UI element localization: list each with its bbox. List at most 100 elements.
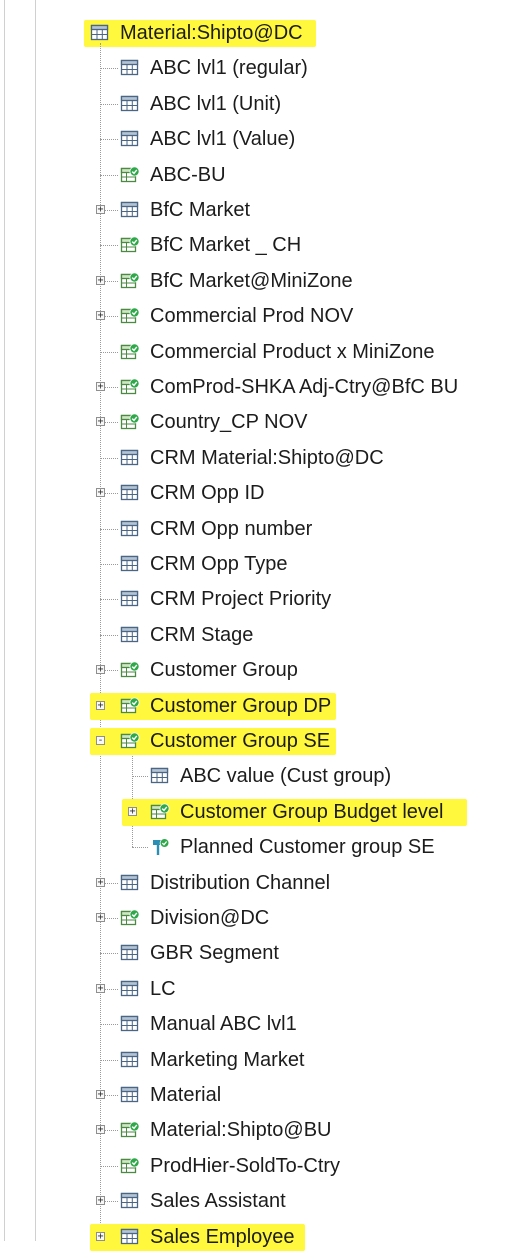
expand-toggle[interactable]: +: [96, 275, 105, 285]
linked-table-icon: [120, 307, 140, 325]
expand-toggle[interactable]: +: [96, 665, 105, 675]
expand-toggle[interactable]: +: [96, 417, 105, 427]
tree-node-label: Sales Employee: [150, 1225, 295, 1248]
expand-toggle[interactable]: +: [96, 382, 105, 392]
tree-node[interactable]: + ComProd-SHKA Adj-Ctry@BfC BU: [0, 371, 520, 403]
tree-node[interactable]: + BfC Market: [0, 194, 520, 226]
tree-node[interactable]: ABC-BU: [0, 159, 520, 191]
tree-node[interactable]: + CRM Opp ID: [0, 477, 520, 509]
table-icon: [120, 1015, 140, 1033]
tree-node[interactable]: + Material:Shipto@BU: [0, 1114, 520, 1146]
table-icon: [120, 1086, 140, 1104]
tree-node[interactable]: + LC: [0, 973, 520, 1005]
tree-node-label: ABC value (Cust group): [180, 765, 392, 788]
tree-node[interactable]: CRM Project Priority: [0, 583, 520, 615]
table-icon: [120, 980, 140, 998]
linked-table-icon: [120, 697, 140, 715]
expand-toggle[interactable]: +: [96, 488, 105, 498]
expand-toggle[interactable]: +: [128, 806, 137, 816]
linked-table-icon: [120, 909, 140, 927]
tree-node[interactable]: ABC value (Cust group): [0, 760, 520, 792]
tree-node-label: Distribution Channel: [150, 871, 331, 894]
expand-toggle[interactable]: +: [96, 311, 105, 321]
tree-node[interactable]: ProdHier-SoldTo-Ctry: [0, 1150, 520, 1182]
linked-table-icon: [120, 166, 140, 184]
tree-node-label: CRM Material:Shipto@DC: [150, 446, 384, 469]
tree-node-label: ABC-BU: [150, 163, 226, 186]
table-icon: [120, 59, 140, 77]
tree-node-label: CRM Stage: [150, 623, 254, 646]
tree-node[interactable]: - Customer Group SE: [0, 725, 520, 757]
tree-node-label: Customer Group DP: [150, 694, 332, 717]
dimension-tree: Material:Shipto@DC ABC lvl1 (regular) ABC …: [0, 0, 520, 1251]
linked-table-icon: [120, 343, 140, 361]
expand-toggle[interactable]: +: [96, 877, 105, 887]
tree-node[interactable]: ABC lvl1 (regular): [0, 52, 520, 84]
tree-node[interactable]: + Sales Employee: [0, 1221, 520, 1253]
tree-node-label: CRM Opp number: [150, 517, 313, 540]
tree-node-label: Marketing Market: [150, 1048, 305, 1071]
table-icon: [120, 1228, 140, 1246]
expand-toggle[interactable]: +: [96, 1196, 105, 1206]
tree-node-label: Country_CP NOV: [150, 411, 308, 434]
tree-node[interactable]: + Customer Group Budget level: [0, 796, 520, 828]
expand-toggle[interactable]: +: [96, 700, 105, 710]
expand-toggle[interactable]: +: [96, 913, 105, 923]
tree-node-label: ABC lvl1 (regular): [150, 57, 308, 80]
tree-node[interactable]: + Customer Group DP: [0, 690, 520, 722]
table-icon: [120, 1051, 140, 1069]
tree-node[interactable]: + Customer Group: [0, 654, 520, 686]
expand-toggle[interactable]: +: [96, 983, 105, 993]
tree-node-label: LC: [150, 977, 176, 1000]
table-icon: [120, 95, 140, 113]
tree-node-label: BfC Market: [150, 199, 251, 221]
tree-node[interactable]: + Division@DC: [0, 902, 520, 934]
tree-root-node[interactable]: Material:Shipto@DC: [0, 17, 520, 49]
table-icon: [120, 874, 140, 892]
table-icon: [120, 590, 140, 608]
tree-node-label: CRM Project Priority: [150, 588, 332, 611]
linked-table-icon: [120, 413, 140, 431]
expand-toggle[interactable]: +: [96, 1090, 105, 1100]
tree-node[interactable]: Commercial Product x MiniZone: [0, 336, 520, 368]
tree-node-label: ProdHier-SoldTo-Ctry: [150, 1154, 341, 1177]
tree-node[interactable]: BfC Market _ CH: [0, 229, 520, 261]
table-icon: [120, 130, 140, 148]
tree-node[interactable]: ABC lvl1 (Value): [0, 123, 520, 155]
tree-node[interactable]: + Material: [0, 1079, 520, 1111]
tree-node[interactable]: CRM Material:Shipto@DC: [0, 442, 520, 474]
tree-node[interactable]: CRM Opp number: [0, 513, 520, 545]
table-icon: [120, 626, 140, 644]
tree-node-label: Customer Group Budget level: [180, 800, 444, 823]
table-icon: [120, 484, 140, 502]
linked-table-icon: [120, 1121, 140, 1139]
tree-node-label: Division@DC: [150, 907, 270, 929]
linked-table-icon: [150, 803, 170, 821]
tree-node[interactable]: + Country_CP NOV: [0, 406, 520, 438]
planned-icon: [150, 838, 170, 856]
tree-node[interactable]: ABC lvl1 (Unit): [0, 88, 520, 120]
tree-node[interactable]: GBR Segment: [0, 937, 520, 969]
tree-node[interactable]: + Sales Assistant: [0, 1185, 520, 1217]
expand-toggle[interactable]: +: [96, 205, 105, 215]
expand-toggle[interactable]: +: [96, 1231, 105, 1241]
tree-node-label: BfC Market@MiniZone: [150, 269, 353, 292]
tree-node[interactable]: + Commercial Prod NOV: [0, 300, 520, 332]
tree-node[interactable]: + BfC Market@MiniZone: [0, 265, 520, 297]
collapse-toggle[interactable]: -: [96, 736, 105, 746]
tree-node-label: Customer Group: [150, 659, 298, 682]
linked-table-icon: [120, 732, 140, 750]
expand-toggle[interactable]: +: [96, 1125, 105, 1135]
tree-node-label: CRM Opp ID: [150, 482, 265, 505]
tree-node[interactable]: CRM Stage: [0, 619, 520, 651]
tree-node[interactable]: Marketing Market: [0, 1044, 520, 1076]
tree-node[interactable]: Manual ABC lvl1: [0, 1008, 520, 1040]
tree-node-label: ComProd-SHKA Adj-Ctry@BfC BU: [150, 376, 459, 398]
tree-node-label: Commercial Product x MiniZone: [150, 340, 435, 363]
tree-node[interactable]: Planned Customer group SE: [0, 831, 520, 863]
tree-node[interactable]: + Distribution Channel: [0, 867, 520, 899]
table-icon: [120, 555, 140, 573]
tree-node[interactable]: CRM Opp Type: [0, 548, 520, 580]
linked-table-icon: [120, 661, 140, 679]
linked-table-icon: [120, 1157, 140, 1175]
